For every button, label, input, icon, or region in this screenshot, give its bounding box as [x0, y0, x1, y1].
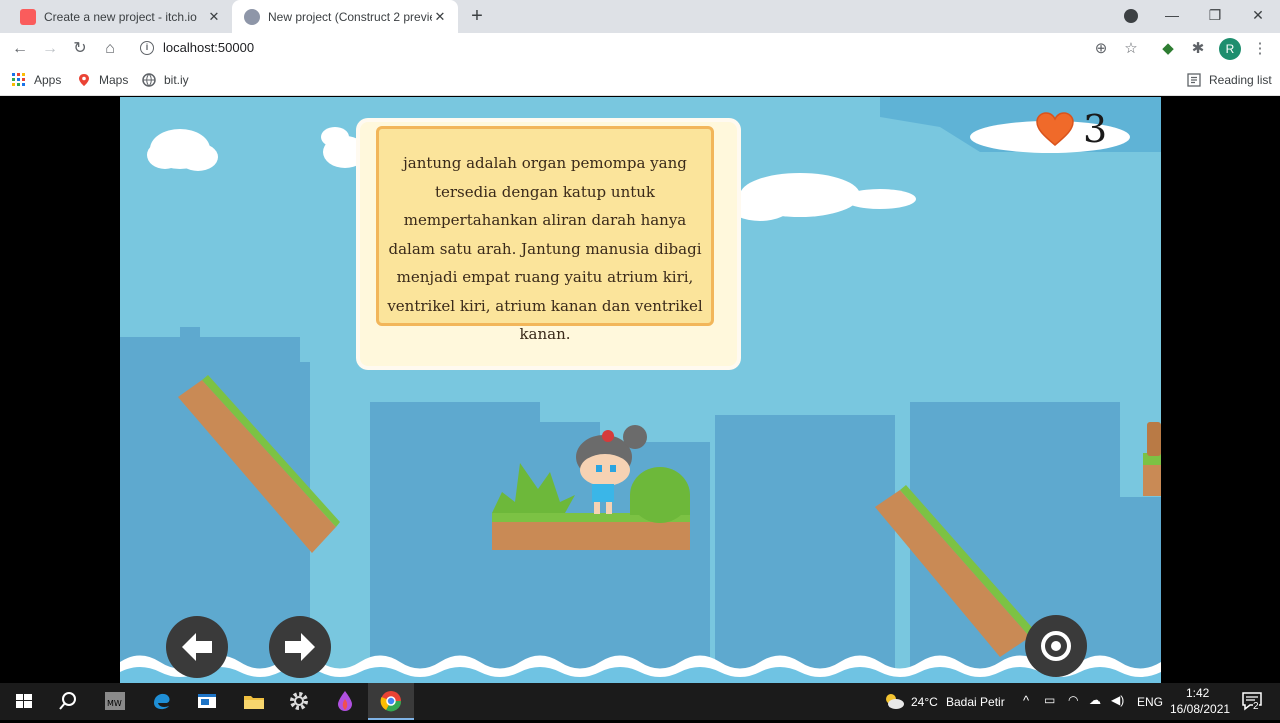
weather-description[interactable]: Badai Petir — [946, 695, 1005, 709]
onedrive-icon[interactable]: ☁ — [1089, 693, 1101, 707]
left-arrow-icon — [182, 633, 212, 661]
close-tab-icon[interactable]: ✕ — [432, 9, 448, 25]
profile-avatar[interactable]: R — [1219, 38, 1241, 60]
notification-badge: 2 — [1253, 701, 1259, 712]
bookmark-label: Maps — [99, 73, 129, 87]
battery-icon[interactable]: ▭ — [1044, 693, 1055, 707]
windows-taskbar: MW 24°C Badai Petir ^ ▭ ◠ ☁ ◀) ENG 1:42 … — [0, 683, 1280, 720]
back-button[interactable]: ← — [8, 37, 32, 61]
bookmark-maps[interactable]: Maps — [77, 71, 128, 89]
weather-icon[interactable] — [882, 689, 906, 713]
bookmarks-bar: Apps Maps bit.iy Reading list — [0, 65, 1280, 96]
browser-toolbar: ← → ↻ ⌂ i localhost:50000 ⊕ ☆ ◆ ✱ R ⋮ — [0, 33, 1280, 65]
itchio-icon — [20, 8, 36, 25]
globe-icon — [142, 73, 156, 87]
reading-list-label: Reading list — [1209, 73, 1272, 87]
mw-app-icon[interactable]: MW — [103, 689, 127, 713]
close-tab-icon[interactable]: ✕ — [206, 9, 222, 25]
tab-itchio[interactable]: Create a new project - itch.io ✕ — [8, 0, 232, 33]
right-arrow-icon — [285, 633, 315, 661]
clock-time[interactable]: 1:42 — [1186, 686, 1209, 700]
bookmark-bitly[interactable]: bit.iy — [142, 71, 189, 89]
tab-search-icon[interactable] — [1111, 0, 1151, 30]
apps-grid-icon — [12, 73, 26, 87]
extensions-puzzle-icon[interactable]: ✱ — [1188, 39, 1208, 59]
left-arrow-button[interactable] — [166, 616, 228, 678]
right-arrow-button[interactable] — [269, 616, 331, 678]
chrome-taskbar-icon[interactable] — [368, 683, 414, 720]
tab-title: New project (Construct 2 preview — [268, 9, 432, 24]
bookmark-label: bit.iy — [164, 73, 189, 87]
menu-icon[interactable]: ⋮ — [1250, 39, 1270, 59]
info-text: jantung adalah organ pemompa yang tersed… — [387, 154, 703, 343]
bookmark-label: Apps — [34, 73, 62, 87]
tab-construct-preview[interactable]: New project (Construct 2 preview ✕ — [232, 0, 458, 33]
edge-browser-icon[interactable] — [150, 689, 174, 713]
tab-strip: Create a new project - itch.io ✕ New pro… — [0, 0, 1280, 33]
weather-temperature[interactable]: 24°C — [911, 695, 938, 709]
bookmark-star-icon[interactable]: ☆ — [1121, 39, 1141, 59]
target-icon — [1041, 631, 1071, 661]
site-info-icon[interactable]: i — [140, 41, 154, 55]
app-window-icon[interactable] — [195, 689, 219, 713]
page-viewport: jantung adalah organ pemompa yang tersed… — [0, 97, 1280, 683]
lives-number: 3 — [1083, 107, 1108, 151]
zoom-icon[interactable]: ⊕ — [1091, 39, 1111, 59]
jump-button[interactable] — [1025, 615, 1087, 677]
reading-list-button[interactable]: Reading list — [1187, 71, 1272, 89]
windows-start-icon[interactable] — [12, 689, 36, 713]
tray-overflow-icon[interactable]: ^ — [1023, 693, 1029, 708]
paint-drop-icon[interactable] — [333, 689, 357, 713]
address-bar[interactable]: i localhost:50000 — [132, 36, 1152, 62]
maps-pin-icon — [77, 73, 91, 87]
forward-button[interactable]: → — [38, 37, 62, 61]
svg-text:MW: MW — [107, 699, 122, 708]
reading-list-icon — [1187, 73, 1201, 87]
restore-button[interactable]: ❐ — [1195, 0, 1235, 30]
reload-button[interactable]: ↻ — [68, 37, 92, 61]
file-explorer-icon[interactable] — [242, 689, 266, 713]
new-tab-button[interactable]: + — [466, 5, 488, 27]
language-indicator[interactable]: ENG — [1137, 695, 1163, 709]
close-window-button[interactable]: ✕ — [1238, 0, 1278, 30]
construct-icon — [244, 8, 260, 25]
clock-date[interactable]: 16/08/2021 — [1170, 702, 1230, 716]
settings-gear-icon[interactable] — [287, 689, 311, 713]
bookmark-apps[interactable]: Apps — [12, 71, 61, 89]
extension-icon[interactable]: ◆ — [1158, 39, 1178, 59]
minimize-button[interactable]: — — [1152, 0, 1192, 30]
volume-icon[interactable]: ◀) — [1111, 693, 1124, 707]
heart-icon — [1036, 112, 1074, 146]
lives-counter: 3 — [1035, 107, 1107, 151]
url-text[interactable]: localhost:50000 — [163, 40, 254, 55]
home-button[interactable]: ⌂ — [98, 37, 122, 61]
search-icon[interactable] — [56, 689, 80, 713]
notification-center-icon[interactable] — [1240, 689, 1264, 713]
game-canvas[interactable]: jantung adalah organ pemompa yang tersed… — [120, 97, 1161, 683]
wifi-icon[interactable]: ◠ — [1068, 693, 1078, 707]
tab-title: Create a new project - itch.io — [44, 9, 197, 24]
